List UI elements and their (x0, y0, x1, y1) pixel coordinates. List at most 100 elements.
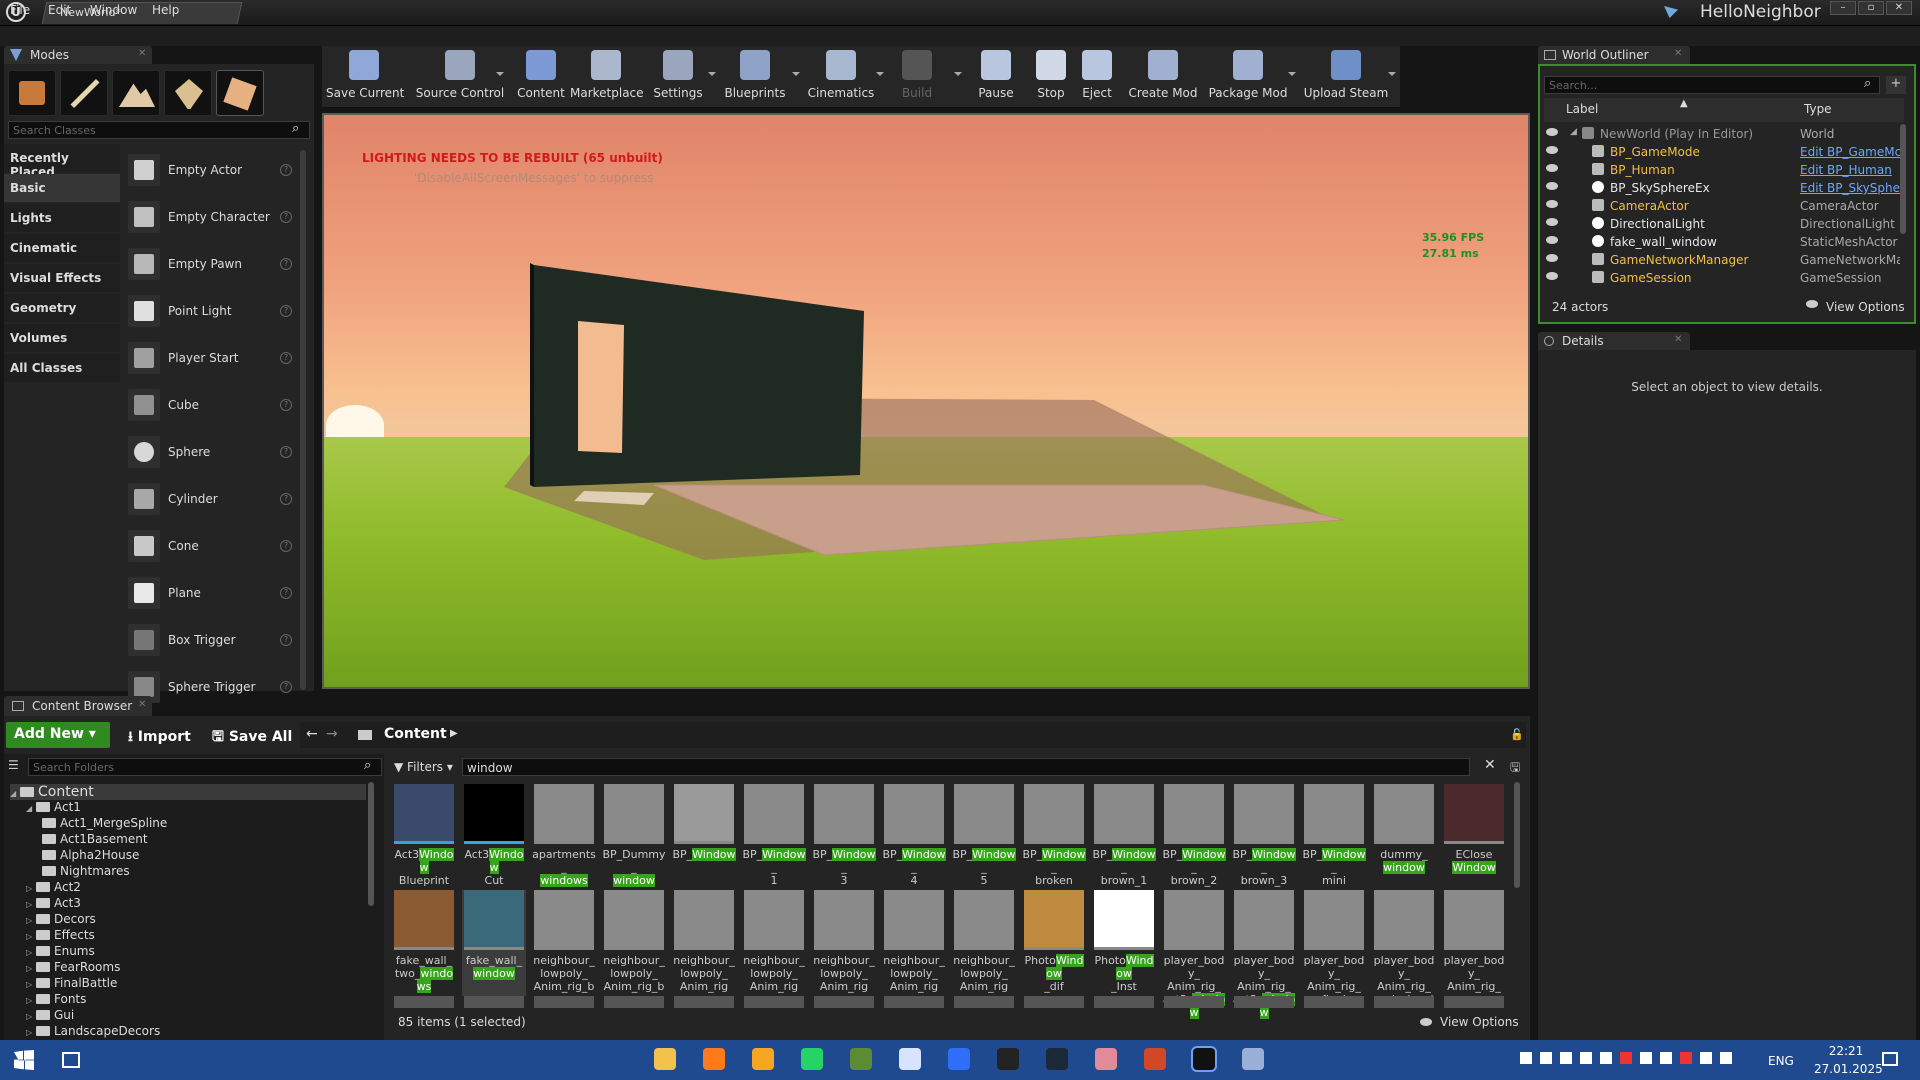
folder-item[interactable]: ▷ Fonts (26, 992, 86, 1008)
asset-scrollbar[interactable] (1514, 782, 1520, 888)
toolbar-settings-button[interactable]: Settings (650, 48, 706, 106)
eye-icon[interactable] (1546, 164, 1558, 172)
asset-tile-partial[interactable] (1304, 996, 1364, 1008)
asset-tile[interactable]: BP_Window_ mini (1302, 784, 1366, 890)
menu-window[interactable]: Window (90, 3, 137, 17)
asset-tile-partial[interactable] (394, 996, 454, 1008)
toolbar-build-button[interactable]: Build (896, 48, 938, 106)
category-recently-placed[interactable]: Recently Placed (4, 144, 120, 179)
asset-tile[interactable]: BP_Window_ 4 (882, 784, 946, 890)
menu-help[interactable]: Help (152, 3, 179, 17)
maximize-button[interactable]: ▫ (1858, 1, 1884, 15)
minecraft-icon[interactable] (850, 1048, 872, 1070)
outliner-scrollbar[interactable] (1900, 124, 1906, 234)
asset-tile[interactable]: neighbour_ lowpoly_ Anim_rig (672, 890, 736, 996)
place-item[interactable]: Cylinder? (126, 479, 298, 519)
outliner-row[interactable]: BP_Human Edit BP_Human (1544, 160, 1904, 178)
asset-tile[interactable]: BP_Window_ brown_3 (1232, 784, 1296, 890)
outliner-row[interactable]: GameSession GameSession (1544, 268, 1904, 286)
folder-item[interactable]: ▷ LandscapeDecors (26, 1024, 160, 1040)
clock-time[interactable]: 22:21 (1814, 1044, 1878, 1058)
filters-button[interactable]: ▼ Filters ▾ (392, 758, 456, 776)
place-mode-button[interactable] (8, 70, 56, 116)
help-icon[interactable]: ? (280, 305, 292, 317)
wifi-icon[interactable] (1600, 1052, 1612, 1064)
folder-item[interactable]: ▷ Act3 (26, 896, 81, 912)
folder-item[interactable]: ▷ Enums (26, 944, 95, 960)
category-basic[interactable]: Basic (4, 174, 120, 202)
place-item[interactable]: Point Light? (126, 291, 298, 331)
app-orange-icon[interactable] (752, 1048, 774, 1070)
asset-tile[interactable]: fake_wall_ window (462, 890, 526, 996)
help-icon[interactable]: ? (280, 540, 292, 552)
asset-tile[interactable]: BP_Window_ 1 (742, 784, 806, 890)
eye-icon[interactable] (1546, 254, 1558, 262)
steam-icon[interactable] (1046, 1048, 1068, 1070)
search-folders-input[interactable]: Search Folders (28, 758, 382, 776)
save-all-button[interactable]: 🖫 Save All (208, 722, 296, 748)
expand-arrow-icon[interactable]: ▷ (26, 948, 36, 957)
folder-item[interactable]: ◢ Content (10, 784, 366, 800)
place-item[interactable]: Cube? (126, 385, 298, 425)
help-icon[interactable]: ? (280, 634, 292, 646)
place-item[interactable]: Plane? (126, 573, 298, 613)
modes-tab[interactable]: Modes ✕ (4, 46, 152, 64)
task-view-icon[interactable] (62, 1052, 80, 1068)
outliner-row[interactable]: ◢ NewWorld (Play In Editor) World (1544, 124, 1904, 142)
expand-arrow-icon[interactable]: ▷ (26, 916, 36, 925)
asset-tile[interactable]: neighbour_ lowpoly_ Anim_rig (952, 890, 1016, 996)
foliage-mode-button[interactable] (164, 70, 212, 116)
asset-tile[interactable]: neighbour_ lowpoly_ Anim_rig (812, 890, 876, 996)
asset-tile[interactable]: neighbour_ lowpoly_ Anim_rig (742, 890, 806, 996)
asset-tile-partial[interactable] (674, 996, 734, 1008)
clear-search-icon[interactable]: ✕ (1484, 757, 1496, 773)
unreal-icon[interactable] (1191, 1046, 1217, 1072)
dropdown-arrow-icon[interactable] (792, 72, 800, 76)
eye-icon[interactable] (1546, 272, 1558, 280)
close-icon[interactable]: ✕ (138, 699, 146, 710)
path-chevron-icon[interactable]: ▶ (450, 728, 458, 739)
place-item[interactable]: Box Trigger? (126, 620, 298, 660)
asset-tile[interactable]: BP_Window_ brown_1 (1092, 784, 1156, 890)
outliner-row[interactable]: CameraActor CameraActor (1544, 196, 1904, 214)
asset-tile[interactable]: PhotoWindow _Inst (1092, 890, 1156, 996)
app-g-icon[interactable] (948, 1048, 970, 1070)
details-tab[interactable]: Details ✕ (1538, 332, 1690, 350)
place-item[interactable]: Empty Character? (126, 197, 298, 237)
asset-tile[interactable]: EClose Window (1442, 784, 1506, 890)
asset-tile[interactable]: player_body_Anim_rig_main_level (1372, 890, 1436, 1006)
eye-icon[interactable] (1546, 146, 1558, 154)
asset-tile[interactable]: BP_Window (672, 784, 736, 890)
toolbar-create-mod-button[interactable]: Create Mod (1128, 48, 1198, 106)
clock-date[interactable]: 27.01.2025 (1814, 1062, 1883, 1076)
asset-tile-partial[interactable] (1234, 996, 1294, 1008)
add-new-button[interactable]: Add New ▾ (6, 722, 110, 748)
outliner-row[interactable]: BP_SkySphereEx Edit BP_SkySphe (1544, 178, 1904, 196)
asset-tile-partial[interactable] (1374, 996, 1434, 1008)
close-icon[interactable]: ✕ (1674, 334, 1682, 345)
dropdown-arrow-icon[interactable] (1388, 72, 1396, 76)
sources-toggle-icon[interactable]: ☰ (8, 758, 24, 776)
language-indicator[interactable]: ENG (1768, 1054, 1794, 1068)
tray-icon[interactable] (1620, 1052, 1632, 1064)
expand-arrow-icon[interactable]: ▷ (26, 932, 36, 941)
expand-arrow-icon[interactable]: ◢ (26, 804, 36, 813)
asset-tile-partial[interactable] (1444, 996, 1504, 1008)
help-icon[interactable]: ? (280, 164, 292, 176)
toolbar-source-control-button[interactable]: Source Control (410, 48, 510, 106)
help-icon[interactable]: ? (280, 681, 292, 693)
modes-scrollbar[interactable] (300, 150, 306, 690)
asset-tile[interactable]: player_body_Anim_rig_scene (1442, 890, 1506, 1006)
asset-tile[interactable]: BP_Window_ broken (1022, 784, 1086, 890)
asset-tile-partial[interactable] (534, 996, 594, 1008)
asset-search-input[interactable]: window (462, 758, 1470, 776)
dropdown-arrow-icon[interactable] (876, 72, 884, 76)
asset-tile[interactable]: dummy_ window (1372, 784, 1436, 890)
outliner-row[interactable]: DirectionalLight DirectionalLight (1544, 214, 1904, 232)
folder-item[interactable]: Alpha2House (42, 848, 139, 864)
asset-tile-partial[interactable] (884, 996, 944, 1008)
forward-arrow-icon[interactable]: → (326, 726, 338, 742)
help-icon[interactable]: ? (280, 587, 292, 599)
import-button[interactable]: ⭳ Import (124, 722, 195, 748)
file-explorer-icon[interactable] (654, 1048, 676, 1070)
